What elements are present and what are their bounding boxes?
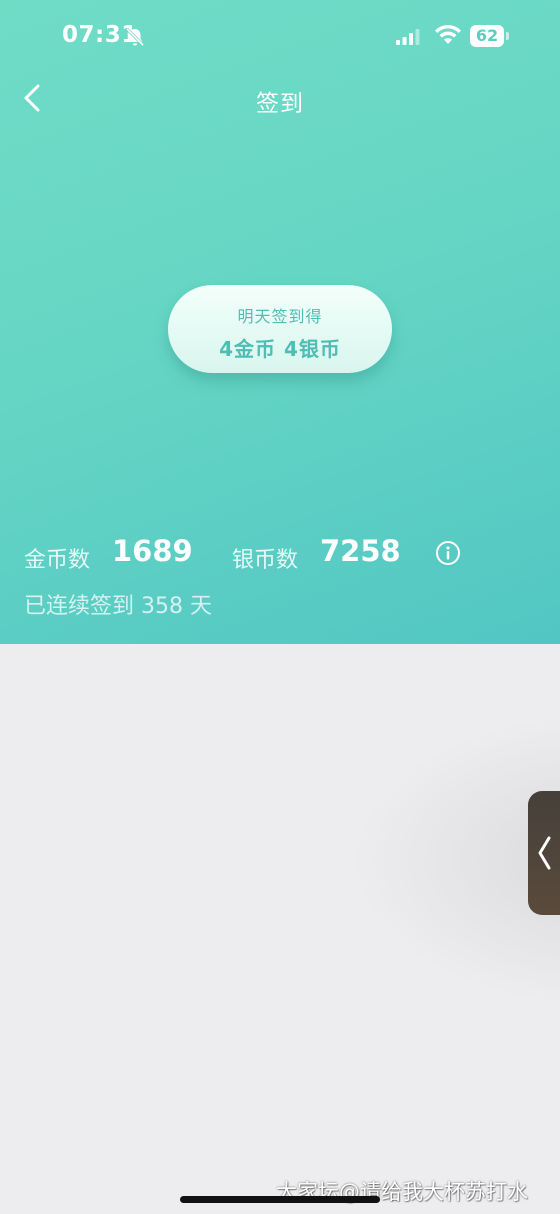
silver-coin-count: 7258 bbox=[320, 534, 401, 568]
floating-side-handle[interactable] bbox=[528, 791, 560, 915]
wifi-icon bbox=[435, 24, 461, 44]
tomorrow-reward-label: 明天签到得 bbox=[237, 307, 323, 326]
gold-coin-count: 1689 bbox=[112, 534, 193, 568]
battery-level: 62 bbox=[475, 26, 499, 45]
tomorrow-reward-amount: 4金币 4银币 bbox=[219, 337, 341, 361]
bell-muted-icon bbox=[125, 27, 145, 47]
tomorrow-reward-pill[interactable]: 明天签到得 4金币 4银币 bbox=[168, 285, 392, 373]
home-indicator[interactable] bbox=[180, 1196, 380, 1203]
cellular-signal-icon bbox=[396, 29, 420, 45]
screen: 07:31 62 签到 明天签到得 4金币 4银币 金币数 1689 银币数 7… bbox=[0, 0, 560, 1214]
battery-cap bbox=[506, 32, 509, 40]
battery-indicator: 62 bbox=[470, 25, 510, 47]
silver-coin-label: 银币数 bbox=[232, 548, 299, 573]
status-bar: 07:31 62 bbox=[0, 0, 560, 78]
gold-coin-label: 金币数 bbox=[24, 548, 91, 573]
chevron-left-icon bbox=[538, 836, 551, 870]
info-icon[interactable] bbox=[435, 540, 461, 566]
side-handle-shadow bbox=[330, 700, 560, 1020]
page-title: 签到 bbox=[256, 91, 304, 117]
checkin-streak-text: 已连续签到 358 天 bbox=[24, 594, 212, 619]
